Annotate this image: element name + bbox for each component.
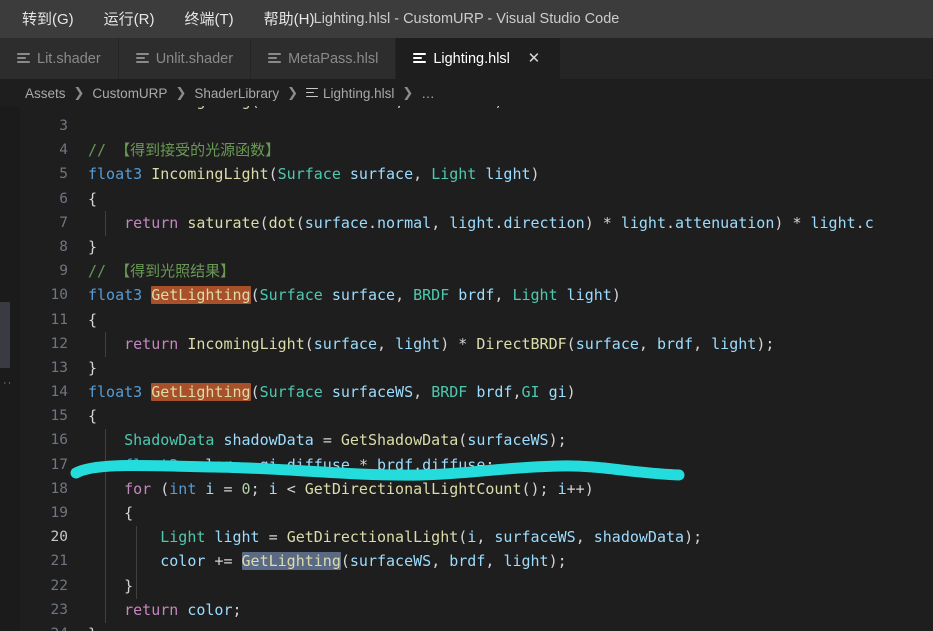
clipped-code-line: float3 GetLighting(Surface surface, BRDF…: [88, 106, 503, 110]
line-content: // 【得到光照结果】: [88, 262, 236, 281]
code-line[interactable]: 3: [0, 114, 933, 138]
chevron-right-icon: ❯: [402, 85, 414, 100]
chevron-right-icon: ❯: [73, 85, 85, 100]
vscode-window: 转到(G) 运行(R) 终端(T) 帮助(H) Lighting.hlsl - …: [0, 0, 933, 631]
code-line[interactable]: 19 {: [0, 501, 933, 525]
file-lines-icon: [268, 52, 282, 65]
overflow-dots-icon: ··: [3, 377, 13, 389]
code-line[interactable]: 10 float3 GetLighting(Surface surface, B…: [0, 283, 933, 307]
tab-label: MetaPass.hlsl: [288, 50, 379, 67]
code-line[interactable]: 17 float3 color = gi.diffuse * brdf.diff…: [0, 453, 933, 477]
code-line[interactable]: 16 ShadowData shadowData = GetShadowData…: [0, 428, 933, 452]
menu-item-run[interactable]: 运行(R): [100, 9, 159, 30]
breadcrumb-item-label: Lighting.hlsl: [323, 85, 395, 101]
breadcrumb-item-lighting-hlsl[interactable]: Lighting.hlsl: [303, 85, 397, 102]
tab-metapass-hlsl[interactable]: MetaPass.hlsl: [251, 38, 397, 79]
file-lines-icon: [306, 87, 319, 99]
tab-label: Lit.shader: [37, 50, 101, 67]
line-content: float3 GetLighting(Surface surfaceWS, BR…: [88, 383, 576, 402]
code-editor[interactable]: ·· float3 GetLighting(Surface surface, B…: [0, 106, 933, 631]
code-line[interactable]: 15 {: [0, 404, 933, 428]
sidebar-scrollbar-thumb[interactable]: [0, 302, 10, 368]
code-line-active[interactable]: 20 Light light = GetDirectionalLight(i, …: [0, 525, 933, 549]
line-content: color += GetLighting(surfaceWS, brdf, li…: [160, 552, 567, 571]
close-icon[interactable]: ✕: [526, 51, 542, 67]
title-bar: 转到(G) 运行(R) 终端(T) 帮助(H) Lighting.hlsl - …: [0, 0, 933, 38]
line-content: for (int i = 0; i < GetDirectionalLightC…: [124, 479, 594, 498]
code-line[interactable]: 4 // 【得到接受的光源函数】: [0, 138, 933, 162]
line-content: return IncomingLight(surface, light) * D…: [124, 334, 775, 353]
editor-tab-bar: Lit.shader Unlit.shader MetaPass.hlsl Li…: [0, 38, 933, 80]
code-lines-container[interactable]: 3 4 // 【得到接受的光源函数】 5 float3 IncomingLigh…: [0, 114, 933, 631]
code-line[interactable]: 21 color += GetLighting(surfaceWS, brdf,…: [0, 549, 933, 573]
code-line[interactable]: 22 }: [0, 574, 933, 598]
line-content: float3 IncomingLight(Surface surface, Li…: [88, 165, 540, 184]
line-content: return saturate(dot(surface.normal, ligh…: [124, 213, 874, 232]
find-match-highlight: GetLighting: [151, 383, 251, 402]
breadcrumb-item-overflow[interactable]: …: [418, 85, 438, 102]
code-line[interactable]: 14 float3 GetLighting(Surface surfaceWS,…: [0, 380, 933, 404]
selection-highlight: GetLighting: [241, 552, 341, 571]
line-content: float3 color = gi.diffuse * brdf.diffuse…: [124, 455, 495, 474]
tab-lit-shader[interactable]: Lit.shader: [0, 38, 119, 79]
line-content: }: [88, 358, 98, 377]
line-content: float3 GetLighting(Surface surface, BRDF…: [88, 286, 621, 305]
code-line[interactable]: 12 return IncomingLight(surface, light) …: [0, 332, 933, 356]
line-content: return color;: [124, 600, 242, 619]
line-content: {: [88, 189, 98, 208]
line-content: // 【得到接受的光源函数】: [88, 141, 281, 160]
code-line[interactable]: 7 return saturate(dot(surface.normal, li…: [0, 211, 933, 235]
code-line[interactable]: 18 for (int i = 0; i < GetDirectionalLig…: [0, 477, 933, 501]
line-content: }: [88, 237, 98, 256]
line-content: Light light = GetDirectionalLight(i, sur…: [160, 528, 703, 547]
code-line[interactable]: 5 float3 IncomingLight(Surface surface, …: [0, 162, 933, 186]
line-content: {: [124, 504, 134, 522]
code-line[interactable]: 9 // 【得到光照结果】: [0, 259, 933, 283]
code-line[interactable]: 6 {: [0, 187, 933, 211]
file-lines-icon: [17, 52, 30, 65]
code-line[interactable]: 13 }: [0, 356, 933, 380]
menu-item-help[interactable]: 帮助(H): [260, 9, 319, 30]
line-content: ShadowData shadowData = GetShadowData(su…: [124, 431, 567, 450]
code-line[interactable]: 8 }: [0, 235, 933, 259]
line-content: }: [88, 622, 97, 631]
menu-bar: 转到(G) 运行(R) 终端(T) 帮助(H): [18, 9, 318, 30]
chevron-right-icon: ❯: [175, 85, 187, 100]
line-content: {: [88, 407, 98, 426]
file-lines-icon: [413, 52, 427, 65]
code-line[interactable]: 11 {: [0, 308, 933, 332]
code-line[interactable]: 24 }: [0, 622, 933, 631]
breadcrumb-item-assets[interactable]: Assets: [22, 85, 69, 102]
menu-item-goto[interactable]: 转到(G): [18, 9, 78, 30]
file-lines-icon: [135, 52, 149, 65]
breadcrumb-item-shaderlibrary[interactable]: ShaderLibrary: [191, 85, 282, 102]
menu-item-terminal[interactable]: 终端(T): [181, 9, 238, 30]
breadcrumb: Assets ❯ CustomURP ❯ ShaderLibrary ❯ Lig…: [0, 80, 933, 106]
tab-label: Lighting.hlsl: [433, 50, 510, 67]
code-line[interactable]: 23 return color;: [0, 598, 933, 622]
chevron-right-icon: ❯: [287, 85, 299, 100]
line-content: }: [124, 576, 134, 595]
tab-lighting-hlsl[interactable]: Lighting.hlsl ✕: [396, 38, 560, 79]
tab-bar-empty-space: [559, 38, 933, 79]
line-content: {: [88, 310, 98, 329]
tab-unlit-shader[interactable]: Unlit.shader: [118, 38, 252, 79]
sidebar-edge-sliver: ··: [0, 106, 20, 631]
tab-label: Unlit.shader: [155, 50, 234, 67]
find-match-highlight: GetLighting: [151, 286, 251, 305]
breadcrumb-item-customurp[interactable]: CustomURP: [89, 85, 170, 102]
